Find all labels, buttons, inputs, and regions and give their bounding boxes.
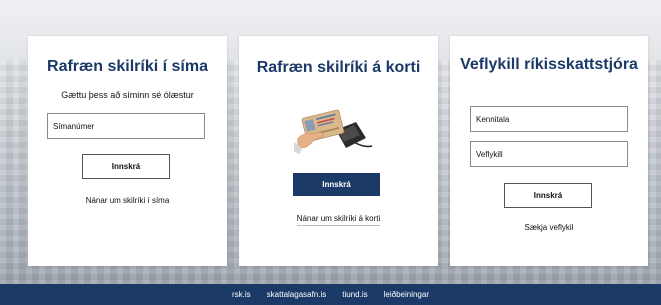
- webkey-login-button[interactable]: Innskrá: [504, 183, 592, 208]
- card-info-link-text: Nánar um skilríki á korti: [296, 214, 381, 226]
- request-webkey-link[interactable]: Sækja veflykil: [450, 223, 648, 232]
- kennitala-input[interactable]: [470, 106, 628, 132]
- footer-bar: rsk.is skattalagasafn.is tiund.is leiðbe…: [0, 284, 661, 305]
- phone-login-card: Rafræn skilríki í síma Gættu þess að sím…: [28, 36, 227, 266]
- webkey-login-title: Veflykill ríkisskattstjóra: [460, 56, 638, 73]
- phone-login-title: Rafræn skilríki í síma: [47, 58, 208, 75]
- footer-link-tiund[interactable]: tiund.is: [342, 290, 367, 299]
- footer-link-skattalagasafn[interactable]: skattalagasafn.is: [267, 290, 327, 299]
- card-info-link[interactable]: Nánar um skilríki á korti: [239, 214, 438, 226]
- card-reader-illustration: [294, 109, 373, 154]
- card-login-button[interactable]: Innskrá: [293, 173, 380, 196]
- veflykill-input[interactable]: [470, 141, 628, 167]
- phone-login-button[interactable]: Innskrá: [82, 154, 170, 179]
- phone-unlock-hint: Gættu þess að síminn sé ólæstur: [61, 90, 194, 100]
- card-login-title: Rafræn skilríki á korti: [256, 59, 421, 76]
- phone-info-link[interactable]: Nánar um skilríki í síma: [28, 196, 227, 205]
- card-login-card: Rafræn skilríki á korti Innskrá Nánar um…: [239, 36, 438, 266]
- webkey-login-card: Veflykill ríkisskattstjóra Innskrá Sækja…: [450, 36, 648, 266]
- footer-links: rsk.is skattalagasafn.is tiund.is leiðbe…: [0, 284, 661, 305]
- phone-number-input[interactable]: [47, 113, 205, 139]
- footer-link-rsk[interactable]: rsk.is: [232, 290, 251, 299]
- footer-link-leidbeiningar[interactable]: leiðbeiningar: [384, 290, 429, 299]
